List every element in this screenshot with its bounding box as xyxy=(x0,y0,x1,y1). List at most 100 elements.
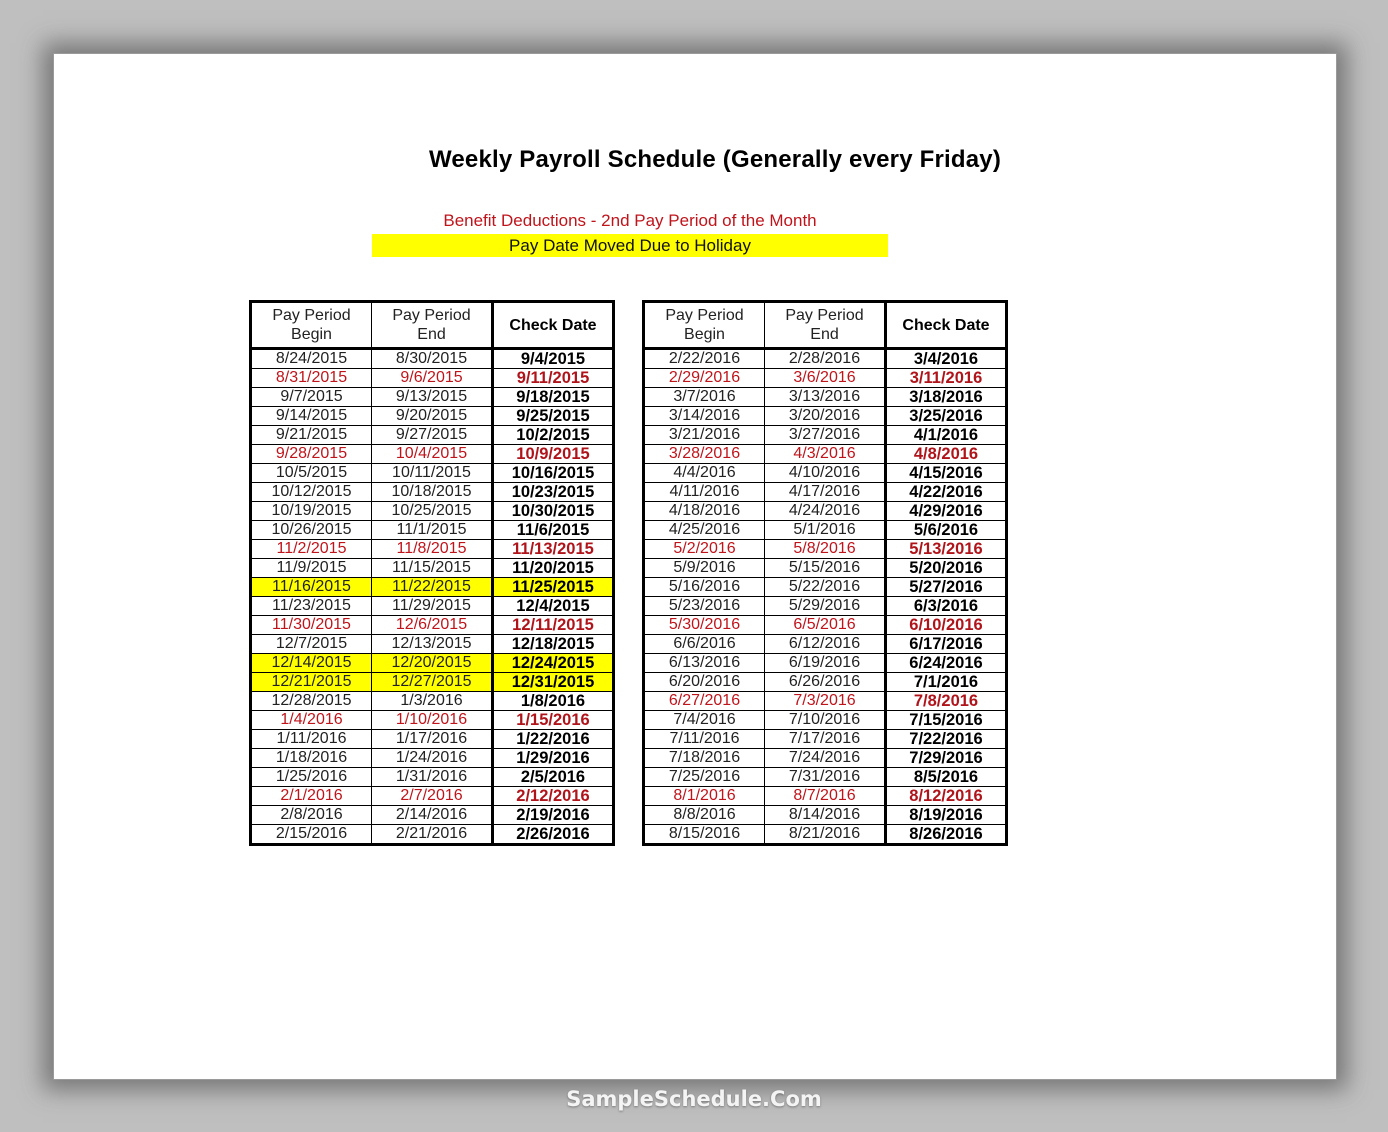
cell-check-date: 11/13/2015 xyxy=(491,539,614,559)
cell-period-begin: 9/7/2015 xyxy=(250,387,372,407)
cell-check-date: 8/19/2016 xyxy=(884,805,1007,825)
cell-period-begin: 10/5/2015 xyxy=(250,463,372,483)
cell-period-begin: 8/24/2015 xyxy=(250,348,372,369)
cell-period-begin: 1/4/2016 xyxy=(250,710,372,730)
cell-period-end: 11/1/2015 xyxy=(371,520,493,540)
table-row: 11/9/2015 11/15/2015 11/20/2015 xyxy=(250,558,614,578)
table-row: 3/28/2016 4/3/2016 4/8/2016 xyxy=(643,444,1007,464)
cell-check-date: 4/1/2016 xyxy=(884,425,1007,445)
cell-period-begin: 12/7/2015 xyxy=(250,634,372,654)
table-row: 7/11/2016 7/17/2016 7/22/2016 xyxy=(643,729,1007,749)
cell-check-date: 11/25/2015 xyxy=(491,577,614,597)
cell-check-date: 2/19/2016 xyxy=(491,805,614,825)
table-row: 11/30/2015 12/6/2015 12/11/2015 xyxy=(250,615,614,635)
cell-check-date: 1/8/2016 xyxy=(491,691,614,711)
table-row: 1/18/2016 1/24/2016 1/29/2016 xyxy=(250,748,614,768)
cell-period-end: 9/20/2015 xyxy=(371,406,493,426)
table-row: 8/31/2015 9/6/2015 9/11/2015 xyxy=(250,368,614,388)
header-period-begin: Pay Period Begin xyxy=(250,301,372,350)
table-row: 1/4/2016 1/10/2016 1/15/2016 xyxy=(250,710,614,730)
cell-period-begin: 10/12/2015 xyxy=(250,482,372,502)
cell-period-begin: 3/14/2016 xyxy=(643,406,765,426)
cell-period-end: 1/10/2016 xyxy=(371,710,493,730)
table-row: 8/1/2016 8/7/2016 8/12/2016 xyxy=(643,786,1007,806)
cell-check-date: 4/29/2016 xyxy=(884,501,1007,521)
cell-check-date: 8/12/2016 xyxy=(884,786,1007,806)
cell-period-begin: 12/28/2015 xyxy=(250,691,372,711)
table-row: 12/7/2015 12/13/2015 12/18/2015 xyxy=(250,634,614,654)
cell-check-date: 10/23/2015 xyxy=(491,482,614,502)
header-period-end: Pay Period End xyxy=(371,301,493,350)
cell-period-end: 10/25/2015 xyxy=(371,501,493,521)
cell-period-end: 7/24/2016 xyxy=(764,748,886,768)
cell-period-end: 7/10/2016 xyxy=(764,710,886,730)
cell-check-date: 6/17/2016 xyxy=(884,634,1007,654)
cell-period-end: 6/26/2016 xyxy=(764,672,886,692)
cell-period-end: 9/6/2015 xyxy=(371,368,493,388)
legend-holiday: Pay Date Moved Due to Holiday xyxy=(372,234,888,257)
cell-period-end: 9/27/2015 xyxy=(371,425,493,445)
cell-period-begin: 2/15/2016 xyxy=(250,824,372,845)
payroll-table-right: Pay Period Begin Pay Period End Check Date… xyxy=(642,300,1008,846)
cell-period-end: 5/29/2016 xyxy=(764,596,886,616)
cell-period-begin: 8/1/2016 xyxy=(643,786,765,806)
cell-period-end: 8/14/2016 xyxy=(764,805,886,825)
cell-period-begin: 1/25/2016 xyxy=(250,767,372,787)
table-row: 2/29/2016 3/6/2016 3/11/2016 xyxy=(643,368,1007,388)
table-row: 6/13/2016 6/19/2016 6/24/2016 xyxy=(643,653,1007,673)
cell-period-end: 12/27/2015 xyxy=(371,672,493,692)
cell-period-begin: 5/16/2016 xyxy=(643,577,765,597)
table-row: 5/2/2016 5/8/2016 5/13/2016 xyxy=(643,539,1007,559)
cell-check-date: 7/8/2016 xyxy=(884,691,1007,711)
table-row: 12/21/2015 12/27/2015 12/31/2015 xyxy=(250,672,614,692)
cell-check-date: 3/11/2016 xyxy=(884,368,1007,388)
table-row: 12/28/2015 1/3/2016 1/8/2016 xyxy=(250,691,614,711)
cell-check-date: 7/29/2016 xyxy=(884,748,1007,768)
cell-check-date: 3/25/2016 xyxy=(884,406,1007,426)
table-row: 7/4/2016 7/10/2016 7/15/2016 xyxy=(643,710,1007,730)
cell-period-begin: 2/29/2016 xyxy=(643,368,765,388)
table-row: 5/30/2016 6/5/2016 6/10/2016 xyxy=(643,615,1007,635)
cell-period-end: 2/21/2016 xyxy=(371,824,493,845)
cell-check-date: 4/22/2016 xyxy=(884,482,1007,502)
cell-check-date: 7/22/2016 xyxy=(884,729,1007,749)
cell-period-begin: 4/4/2016 xyxy=(643,463,765,483)
cell-check-date: 10/2/2015 xyxy=(491,425,614,445)
cell-period-end: 1/17/2016 xyxy=(371,729,493,749)
cell-check-date: 12/11/2015 xyxy=(491,615,614,635)
cell-period-begin: 5/2/2016 xyxy=(643,539,765,559)
cell-check-date: 7/1/2016 xyxy=(884,672,1007,692)
cell-period-begin: 6/6/2016 xyxy=(643,634,765,654)
cell-period-begin: 4/11/2016 xyxy=(643,482,765,502)
table-row: 1/11/2016 1/17/2016 1/22/2016 xyxy=(250,729,614,749)
cell-check-date: 12/24/2015 xyxy=(491,653,614,673)
cell-period-end: 7/31/2016 xyxy=(764,767,886,787)
cell-period-end: 1/24/2016 xyxy=(371,748,493,768)
table-row: 2/8/2016 2/14/2016 2/19/2016 xyxy=(250,805,614,825)
table-row: 11/16/2015 11/22/2015 11/25/2015 xyxy=(250,577,614,597)
cell-period-end: 10/4/2015 xyxy=(371,444,493,464)
cell-period-begin: 12/14/2015 xyxy=(250,653,372,673)
table-row: 11/2/2015 11/8/2015 11/13/2015 xyxy=(250,539,614,559)
cell-period-begin: 2/22/2016 xyxy=(643,348,765,369)
cell-period-begin: 10/19/2015 xyxy=(250,501,372,521)
table-row: 12/14/2015 12/20/2015 12/24/2015 xyxy=(250,653,614,673)
cell-period-end: 8/21/2016 xyxy=(764,824,886,845)
cell-period-begin: 1/18/2016 xyxy=(250,748,372,768)
legend-benefit-deductions: Benefit Deductions - 2nd Pay Period of t… xyxy=(443,211,817,230)
cell-period-end: 10/18/2015 xyxy=(371,482,493,502)
cell-check-date: 9/18/2015 xyxy=(491,387,614,407)
cell-period-begin: 3/21/2016 xyxy=(643,425,765,445)
cell-period-end: 5/15/2016 xyxy=(764,558,886,578)
cell-period-end: 10/11/2015 xyxy=(371,463,493,483)
cell-period-end: 6/19/2016 xyxy=(764,653,886,673)
table-row: 10/5/2015 10/11/2015 10/16/2015 xyxy=(250,463,614,483)
cell-period-end: 11/22/2015 xyxy=(371,577,493,597)
cell-period-end: 2/14/2016 xyxy=(371,805,493,825)
cell-period-begin: 3/7/2016 xyxy=(643,387,765,407)
cell-period-end: 5/1/2016 xyxy=(764,520,886,540)
cell-check-date: 4/15/2016 xyxy=(884,463,1007,483)
table-row: 11/23/2015 11/29/2015 12/4/2015 xyxy=(250,596,614,616)
cell-period-end: 11/8/2015 xyxy=(371,539,493,559)
cell-period-end: 12/20/2015 xyxy=(371,653,493,673)
